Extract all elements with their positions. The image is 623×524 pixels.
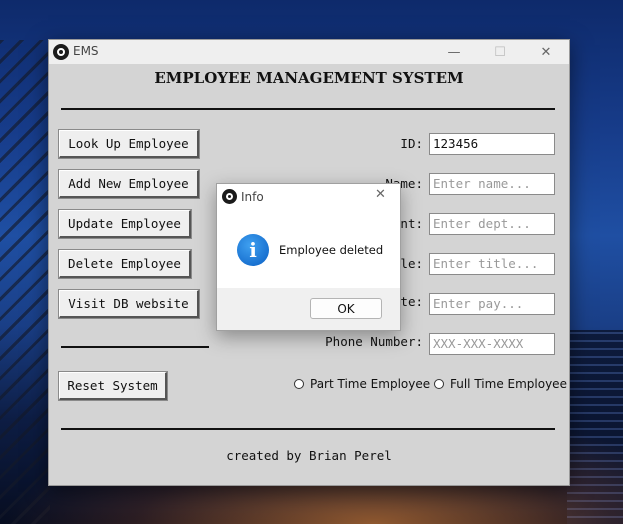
minimize-button[interactable]: — [431,40,477,64]
update-employee-button[interactable]: Update Employee [58,209,192,239]
pay-rate-label: te: [400,294,423,309]
department-field[interactable]: Enter dept... [429,213,555,235]
phone-number-label: Phone Number: [325,334,423,349]
bottom-divider [61,428,555,430]
info-icon: i [237,234,269,266]
app-icon [53,44,69,60]
title-label: le: [400,256,423,271]
dialog-close-button[interactable]: ✕ [375,187,386,202]
dialog-footer: OK [217,288,400,330]
left-divider [61,346,209,348]
title-field[interactable]: Enter title... [429,253,555,275]
dialog-title: Info [241,190,264,204]
id-field[interactable]: 123456 [429,133,555,155]
visit-db-website-button[interactable]: Visit DB website [58,289,200,319]
radio-circle-icon [294,379,304,389]
info-dialog: Info ✕ i Employee deleted OK [216,183,401,331]
part-time-label: Part Time Employee [310,377,431,391]
top-divider [61,108,555,110]
app-icon [222,189,237,204]
part-time-radio[interactable]: Part Time Employee [294,377,430,391]
reset-system-button[interactable]: Reset System [58,371,168,401]
full-time-label: Full Time Employee [450,377,567,391]
close-button[interactable]: ✕ [523,40,569,64]
dialog-message: Employee deleted [279,243,384,257]
dialog-titlebar: Info ✕ [217,184,400,210]
credit-text: created by Brian Perel [226,448,392,463]
pay-field[interactable]: Enter pay... [429,293,555,315]
page-title: EMPLOYEE MANAGEMENT SYSTEM [154,69,464,87]
delete-employee-button[interactable]: Delete Employee [58,249,192,279]
look-up-employee-button[interactable]: Look Up Employee [58,129,200,159]
add-new-employee-button[interactable]: Add New Employee [58,169,200,199]
full-time-radio[interactable]: Full Time Employee [434,377,567,391]
radio-circle-icon [434,379,444,389]
name-field[interactable]: Enter name... [429,173,555,195]
window-title: EMS [73,44,99,58]
phone-number-field[interactable]: XXX-XXX-XXXX [429,333,555,355]
id-label: ID: [400,136,423,151]
window-titlebar: EMS — ☐ ✕ [49,40,569,64]
ok-button[interactable]: OK [310,298,382,319]
maximize-button[interactable]: ☐ [477,40,523,64]
